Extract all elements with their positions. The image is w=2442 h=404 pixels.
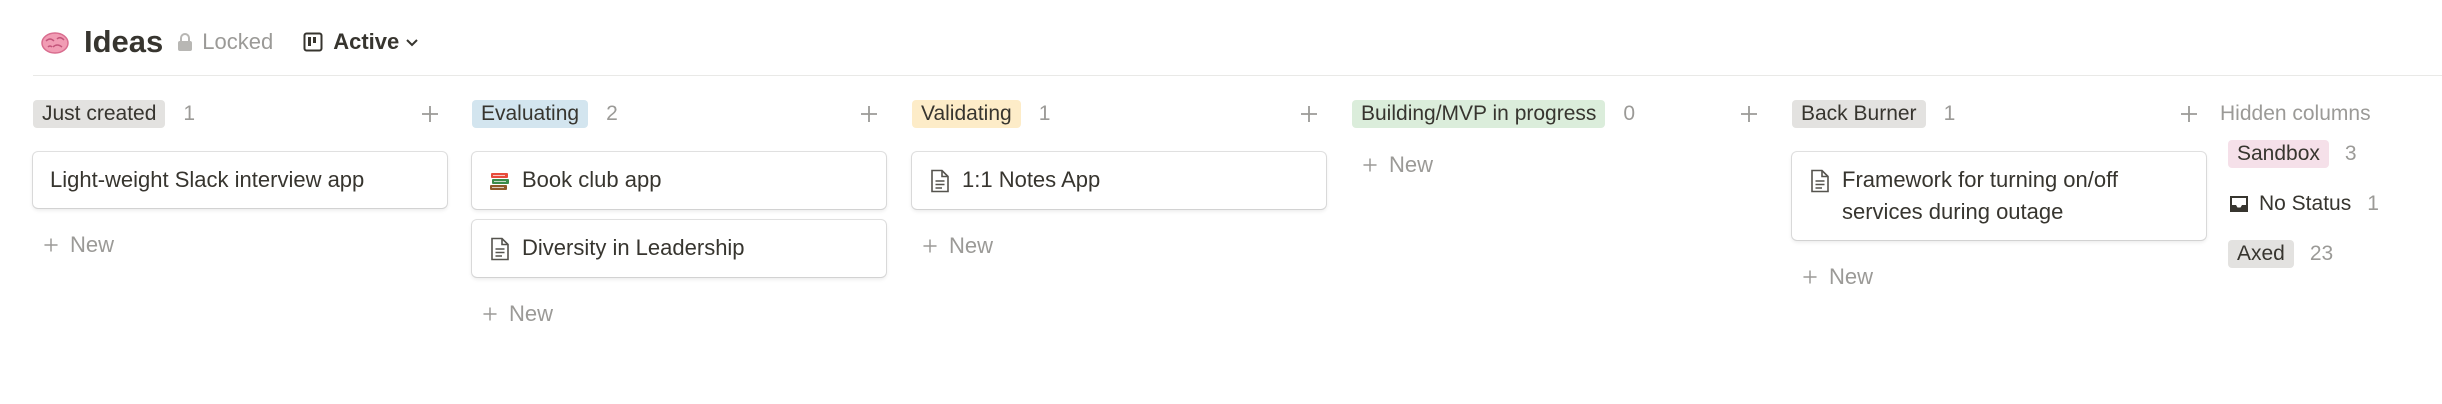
column-tag[interactable]: Validating <box>912 100 1021 128</box>
card-title: Diversity in Leadership <box>522 235 745 260</box>
page-header: Ideas Locked Active <box>40 22 419 62</box>
board-card[interactable]: Light-weight Slack interview app <box>33 152 447 208</box>
column-count: 1 <box>183 102 196 125</box>
column-header: Just created 1 <box>33 96 447 132</box>
header-divider <box>33 75 2442 76</box>
board-column: Validating 1 1:1 Notes App New <box>912 96 1326 259</box>
column-tag[interactable]: Back Burner <box>1792 100 1926 128</box>
lock-icon <box>178 33 193 51</box>
plus-icon <box>1361 156 1389 174</box>
plus-icon <box>481 305 509 323</box>
new-label: New <box>1389 152 1434 177</box>
page-title: Ideas <box>84 24 164 59</box>
hidden-column-item[interactable]: Sandbox 3 <box>2228 138 2442 170</box>
locked-label[interactable]: Locked <box>202 29 273 55</box>
chevron-down-icon <box>406 39 418 47</box>
inbox-icon <box>2228 193 2259 215</box>
column-header: Evaluating 2 <box>472 96 886 132</box>
view-selector[interactable]: Active <box>303 29 419 55</box>
hidden-column-tag: Axed <box>2228 240 2294 268</box>
new-card-button[interactable]: New <box>42 232 447 258</box>
hidden-column-count: 3 <box>2344 142 2357 165</box>
board-card[interactable]: Book club app <box>472 152 886 209</box>
column-tag[interactable]: Evaluating <box>472 100 589 128</box>
board-column: Building/MVP in progress 0 New <box>1352 96 1766 178</box>
new-card-button[interactable]: New <box>481 301 886 327</box>
hidden-columns-panel: Hidden columns Sandbox 3 No Status 1 Axed 23 <box>2220 96 2442 270</box>
column-count: 1 <box>1943 102 1956 125</box>
new-card-button[interactable]: New <box>1361 152 1766 178</box>
card-title: Book club app <box>522 167 662 192</box>
hidden-column-item[interactable]: No Status 1 <box>2228 188 2442 220</box>
column-tag[interactable]: Building/MVP in progress <box>1352 100 1606 128</box>
hidden-column-tag: No Status <box>2259 192 2352 215</box>
page-icon <box>489 237 511 261</box>
column-tag[interactable]: Just created <box>33 100 166 128</box>
plus-icon <box>42 236 70 254</box>
page-icon <box>929 169 951 193</box>
hidden-column-tag: Sandbox <box>2228 140 2329 168</box>
board-column: Back Burner 1 Framework for turning on/off… <box>1792 96 2206 290</box>
plus-icon <box>921 237 949 255</box>
add-card-icon[interactable] <box>419 103 441 125</box>
new-card-button[interactable]: New <box>921 233 1326 259</box>
hidden-column-count: 23 <box>2309 242 2334 265</box>
board-column: Evaluating 2 Book club app Diversity in Lea… <box>472 96 886 327</box>
board-card[interactable]: Framework for turning on/off services du… <box>1792 152 2206 240</box>
column-header: Back Burner 1 <box>1792 96 2206 132</box>
card-title: Light-weight Slack interview app <box>50 167 365 192</box>
column-count: 2 <box>606 102 618 125</box>
card-title: Framework for turning on/off services du… <box>1842 167 2118 224</box>
add-card-icon[interactable] <box>2178 103 2200 125</box>
new-label: New <box>1829 264 1874 289</box>
card-title: 1:1 Notes App <box>962 167 1101 192</box>
column-count: 0 <box>1623 102 1636 125</box>
board-card[interactable]: 1:1 Notes App <box>912 152 1326 209</box>
column-header: Building/MVP in progress 0 <box>1352 96 1766 132</box>
new-label: New <box>949 233 994 258</box>
board-card[interactable]: Diversity in Leadership <box>472 220 886 277</box>
add-card-icon[interactable] <box>1298 103 1320 125</box>
hidden-column-count: 1 <box>2367 192 2379 215</box>
new-card-button[interactable]: New <box>1801 264 2206 290</box>
new-label: New <box>509 301 554 326</box>
column-header: Validating 1 <box>912 96 1326 132</box>
add-card-icon[interactable] <box>1738 103 1760 125</box>
add-card-icon[interactable] <box>858 103 880 125</box>
hidden-columns-title: Hidden columns <box>2220 102 2371 125</box>
hidden-column-item[interactable]: Axed 23 <box>2228 238 2442 270</box>
plus-icon <box>1801 268 1829 286</box>
column-count: 1 <box>1038 102 1051 125</box>
view-label: Active <box>333 29 400 54</box>
brain-icon <box>41 32 69 54</box>
board-view-icon <box>303 32 323 52</box>
page-icon <box>1809 169 1831 193</box>
books-icon <box>489 169 511 193</box>
board-column: Just created 1 Light-weight Slack intervie… <box>33 96 447 258</box>
new-label: New <box>70 232 115 257</box>
